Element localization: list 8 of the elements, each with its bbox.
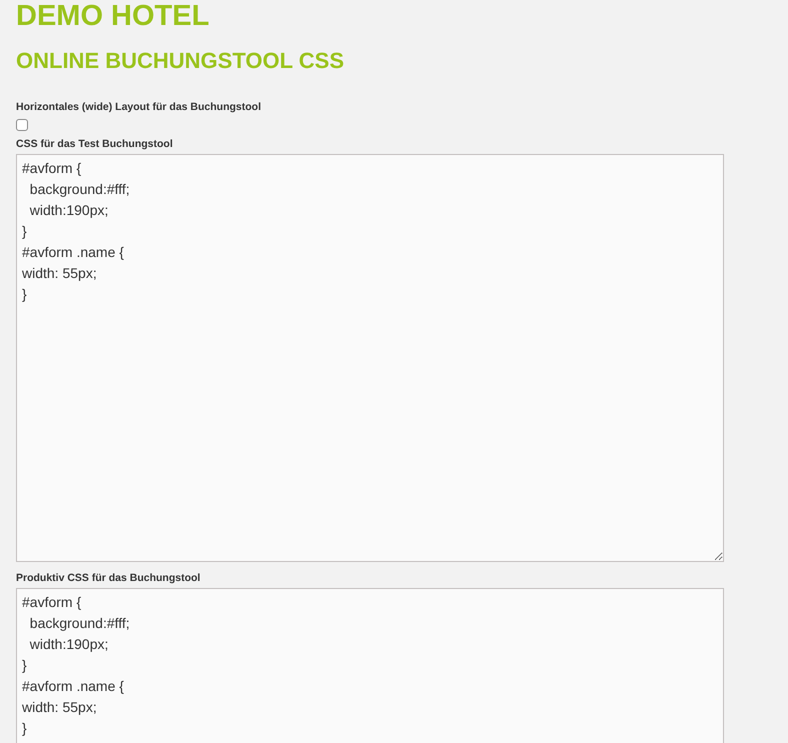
page-title: DEMO HOTEL	[16, 0, 210, 31]
css-text-area[interactable]: #avform { background:#fff; width:190px; } #avform .name { width: 55px; }	[16, 154, 724, 562]
page-subtitle: ONLINE BUCHUNGSTOOL CSS	[16, 48, 345, 74]
field-label: Produktiv CSS für das Buchungstool	[16, 572, 200, 585]
css-text-area[interactable]: #avform { background:#fff; width:190px; } #avform .name { width: 55px; }	[16, 588, 724, 743]
field-label: CSS für das Test Buchungstool	[16, 138, 173, 151]
field-label: Horizontales (wide) Layout für das Buchungstool	[16, 101, 262, 114]
checkbox[interactable]	[16, 119, 28, 131]
